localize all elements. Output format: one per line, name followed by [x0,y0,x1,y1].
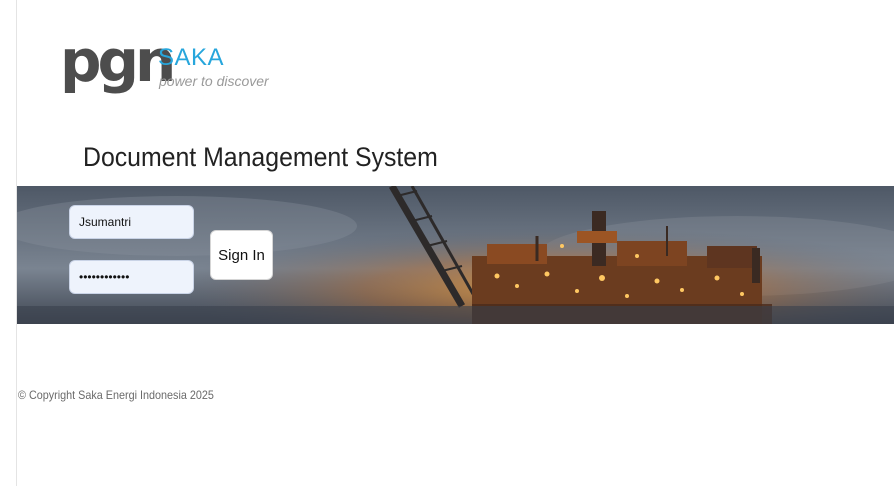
logo-tagline: power to discover [159,73,269,89]
username-field[interactable] [69,205,194,239]
password-field[interactable] [69,260,194,294]
login-page: pgn SAKA power to discover Document Mana… [0,0,894,486]
copyright-text: © Copyright Saka Energi Indonesia 2025 [18,388,214,402]
sign-in-button[interactable]: Sign In [210,230,273,280]
logo-wordmark: pgn [60,27,176,95]
logo-name: SAKA [158,44,225,71]
company-logo: pgn SAKA power to discover [60,32,290,118]
page-title: Document Management System [83,142,438,172]
